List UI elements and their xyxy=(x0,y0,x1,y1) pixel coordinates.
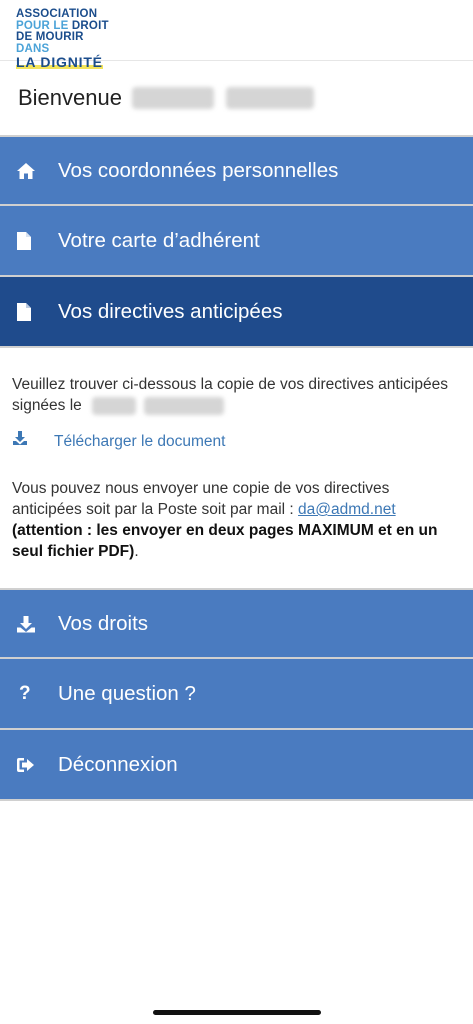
menu-item-droits[interactable]: Vos droits xyxy=(0,588,473,659)
logo-line-2a: POUR LE xyxy=(16,19,72,32)
download-icon xyxy=(12,430,54,452)
menu-item-carte-label: Votre carte d’adhérent xyxy=(58,228,260,252)
home-icon xyxy=(0,162,58,180)
redacted-date-part-2 xyxy=(144,396,225,415)
logo-line-3: DE MOURIR DANS xyxy=(16,31,116,55)
menu-item-carte[interactable]: Votre carte d’adhérent xyxy=(0,206,473,277)
menu-item-directives[interactable]: Vos directives anticipées xyxy=(0,277,473,348)
admd-logo[interactable]: ASSOCIATION POUR LE DROIT DE MOURIR DANS… xyxy=(16,8,116,71)
menu-item-deconnexion-label: Déconnexion xyxy=(58,752,178,776)
download-icon xyxy=(0,615,58,633)
redacted-first-name xyxy=(131,87,214,109)
menu-item-coordonnees-label: Vos coordonnées personnelles xyxy=(58,158,339,182)
logo-line-3b: DANS xyxy=(16,42,50,55)
email-link[interactable]: da@admd.net xyxy=(298,501,396,518)
home-indicator[interactable] xyxy=(153,1010,321,1015)
warning-end: . xyxy=(134,543,139,560)
app-page: ASSOCIATION POUR LE DROIT DE MOURIR DANS… xyxy=(0,0,473,1024)
logo-line-3a: DE MOURIR xyxy=(16,31,84,43)
question-icon: ? xyxy=(19,682,31,704)
intro-paragraph: Veuillez trouver ci-dessous la copie de … xyxy=(12,374,461,416)
welcome-label: Bienvenue xyxy=(18,85,122,110)
download-link[interactable]: Télécharger le document xyxy=(54,431,225,452)
header: ASSOCIATION POUR LE DROIT DE MOURIR DANS… xyxy=(0,0,473,69)
document-icon xyxy=(0,231,58,251)
warning-text: (attention : les envoyer en deux pages M… xyxy=(12,522,438,560)
menu-item-question-label: Une question ? xyxy=(58,681,196,705)
intro-text: Veuillez trouver ci-dessous la copie de … xyxy=(12,376,448,414)
send-paragraph: Vous pouvez nous envoyer une copie de vo… xyxy=(12,478,461,562)
menu-item-droits-label: Vos droits xyxy=(58,611,149,635)
directives-content: Veuillez trouver ci-dessous la copie de … xyxy=(0,348,473,588)
welcome-banner: Bienvenue xyxy=(0,61,473,135)
download-row[interactable]: Télécharger le document xyxy=(12,430,461,452)
redacted-last-name xyxy=(225,87,314,109)
redacted-date-part-1 xyxy=(92,396,137,415)
menu-item-question[interactable]: ? Une question ? xyxy=(0,659,473,730)
logo-line-2b: DROIT xyxy=(71,19,109,32)
menu-item-coordonnees[interactable]: Vos coordonnées personnelles xyxy=(0,135,473,206)
document-icon xyxy=(0,302,58,322)
menu-item-directives-label: Vos directives anticipées xyxy=(58,299,283,323)
menu-item-deconnexion[interactable]: Déconnexion xyxy=(0,730,473,801)
logo-line-4: LA DIGNITÉ xyxy=(16,54,103,70)
sign-out-icon xyxy=(0,756,58,774)
